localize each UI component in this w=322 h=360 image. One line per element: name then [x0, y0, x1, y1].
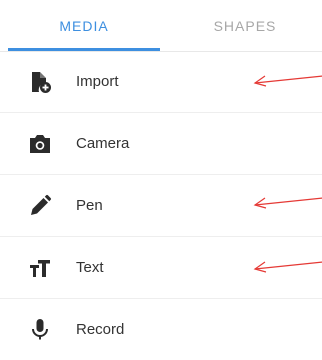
menu-item-text[interactable]: Text	[0, 237, 322, 299]
media-menu-list: Import Camera Pen Text Record	[0, 51, 322, 360]
camera-icon	[28, 132, 52, 156]
file-import-icon	[28, 70, 52, 94]
menu-item-label: Pen	[76, 197, 103, 214]
menu-item-label: Import	[76, 73, 119, 90]
annotation-arrow	[253, 196, 322, 210]
menu-item-label: Text	[76, 259, 104, 276]
annotation-arrow	[253, 260, 322, 274]
tab-shapes[interactable]: SHAPES	[170, 0, 320, 51]
menu-item-camera[interactable]: Camera	[0, 113, 322, 175]
annotation-arrow	[253, 74, 322, 88]
tab-media[interactable]: MEDIA	[8, 0, 160, 51]
pen-icon	[28, 194, 52, 218]
menu-item-record[interactable]: Record	[0, 299, 322, 360]
microphone-icon	[28, 318, 52, 342]
menu-item-label: Record	[76, 321, 125, 338]
menu-item-label: Camera	[76, 135, 130, 152]
menu-item-import[interactable]: Import	[0, 51, 322, 113]
menu-item-pen[interactable]: Pen	[0, 175, 322, 237]
tab-bar: MEDIA SHAPES	[0, 0, 322, 52]
text-size-icon	[28, 256, 52, 280]
